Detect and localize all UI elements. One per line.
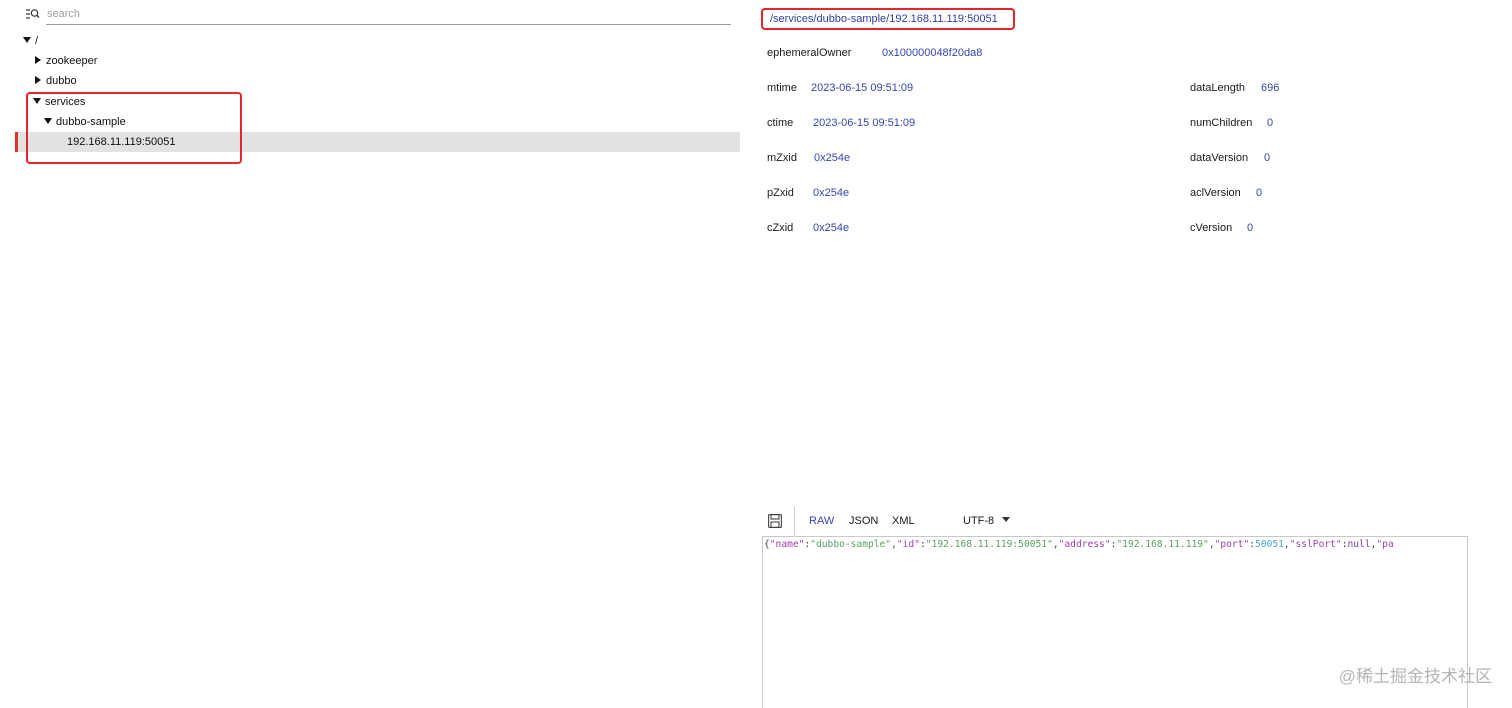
stat-value-ctime: 2023-06-15 09:51:09 [813, 117, 916, 129]
format-json-button[interactable]: JSON [849, 514, 878, 528]
stat-label-acl-version: aclVersion [1190, 187, 1241, 199]
json-key: "sslPort" [1289, 539, 1342, 550]
selected-row-marker [15, 132, 18, 152]
stat-label-data-version: dataVersion [1190, 152, 1249, 164]
json-string: "192.168.11.119" [1116, 539, 1209, 550]
annotation-highlight-box [26, 92, 242, 164]
collapse-arrow-icon[interactable] [35, 76, 41, 85]
stat-label-num-children: numChildren [1190, 117, 1253, 129]
editor-line: {"name":"dubbo-sample","id":"192.168.11.… [764, 538, 1394, 552]
save-icon[interactable] [768, 514, 782, 528]
editor-toolbar: RAW JSON XML UTF-8 [762, 506, 1468, 536]
json-string: "dubbo-sample" [810, 539, 892, 550]
tree-node-dubbo[interactable]: dubbo [34, 71, 77, 91]
stat-label-pzxid: pZxid [767, 187, 794, 199]
search-bar [26, 4, 731, 26]
tree-node-label: dubbo [46, 75, 77, 87]
stat-label-data-length: dataLength [1190, 82, 1246, 94]
json-key: "id" [896, 539, 920, 550]
json-key: "address" [1058, 539, 1111, 550]
stat-value-num-children: 0 [1267, 117, 1274, 129]
stat-value-pzxid: 0x254e [813, 187, 850, 199]
encoding-value: UTF-8 [963, 515, 995, 527]
toolbar-divider [794, 506, 795, 536]
stat-label-ctime: ctime [767, 117, 794, 129]
stat-label-ephemeral-owner: ephemeralOwner [767, 47, 852, 59]
tree-node-root[interactable]: / [23, 31, 38, 51]
stat-value-ephemeral-owner: 0x100000048f20da8 [882, 47, 983, 59]
collapse-arrow-icon[interactable] [35, 56, 41, 65]
stat-value-acl-version: 0 [1256, 187, 1263, 199]
search-list-icon[interactable] [26, 7, 40, 21]
node-path: /services/dubbo-sample/192.168.11.119:50… [770, 13, 998, 25]
json-string: "192.168.11.119:50051" [925, 539, 1053, 550]
expand-arrow-icon[interactable] [23, 37, 31, 44]
watermark: @稀土掘金技术社区 [1338, 667, 1492, 686]
stat-value-data-length: 696 [1261, 82, 1280, 94]
stat-label-c-version: cVersion [1190, 222, 1233, 234]
format-xml-button[interactable]: XML [892, 514, 915, 528]
stat-label-czxid: cZxid [767, 222, 794, 234]
stat-label-mtime: mtime [767, 82, 797, 94]
stat-value-czxid: 0x254e [813, 222, 850, 234]
format-raw-button[interactable]: RAW [809, 514, 834, 528]
json-key: "name" [769, 539, 805, 550]
stat-value-mtime: 2023-06-15 09:51:09 [811, 82, 914, 94]
json-key: "pa [1376, 539, 1394, 550]
stat-value-c-version: 0 [1247, 222, 1254, 234]
json-null: null [1347, 539, 1371, 550]
tree-node-label: / [35, 35, 39, 47]
tree-node-zookeeper[interactable]: zookeeper [34, 51, 97, 71]
json-key: "port" [1214, 539, 1250, 550]
stat-value-data-version: 0 [1264, 152, 1271, 164]
encoding-select[interactable]: UTF-8 [963, 514, 1011, 528]
zookeeper-browser: / zookeeper dubbo services dubbo-sample … [0, 0, 1512, 708]
chevron-down-icon [1002, 517, 1011, 522]
search-input[interactable] [46, 4, 731, 25]
json-number: 50051 [1255, 539, 1284, 550]
tree-node-label: zookeeper [46, 55, 98, 67]
stat-label-mzxid: mZxid [767, 152, 797, 164]
stat-value-mzxid: 0x254e [814, 152, 851, 164]
